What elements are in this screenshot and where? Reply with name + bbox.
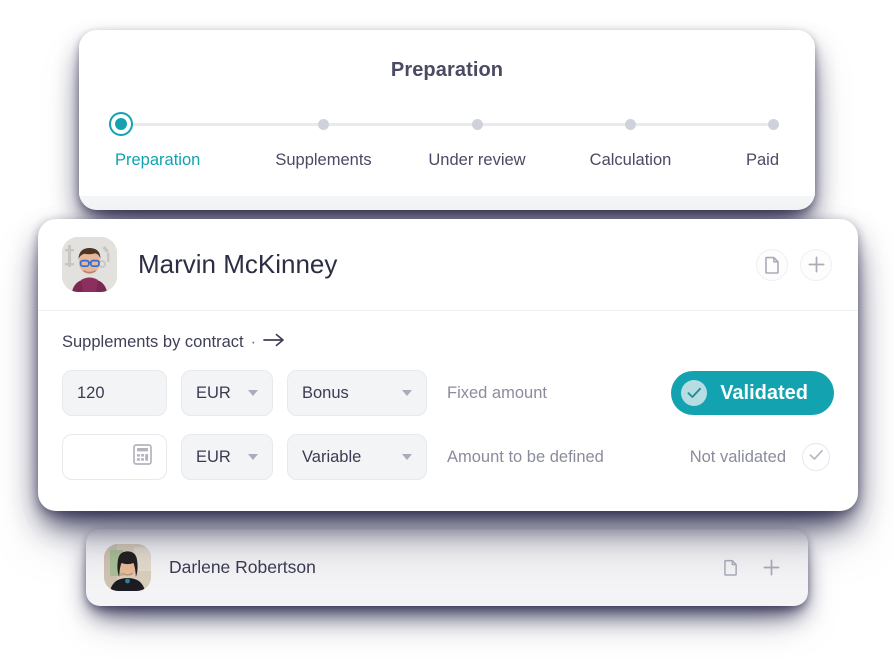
stepper-card-footer: [79, 196, 815, 210]
stepper-dot: [768, 118, 779, 130]
list-item-actions: [716, 553, 786, 583]
stepper-label-under-review: Under review: [428, 151, 526, 169]
calculator-icon[interactable]: [133, 444, 152, 470]
supplement-type-value: Bonus: [302, 383, 349, 402]
chevron-down-icon: [248, 390, 258, 396]
supplement-type-value: Variable: [302, 447, 362, 466]
person-name: Marvin McKinney: [138, 249, 338, 279]
add-button[interactable]: [800, 248, 832, 281]
stepper-dot-wrap: [318, 107, 329, 141]
supplement-row: EUR Variable Amount to be defined Not va…: [62, 434, 834, 480]
currency-select[interactable]: EUR: [181, 370, 273, 416]
row-description: Amount to be defined: [447, 447, 604, 466]
stepper-step-calculation[interactable]: Calculation: [566, 107, 696, 170]
detail-card-body: Supplements by contract · 120 EUR Bonus …: [38, 311, 858, 480]
page-title: Preparation: [390, 59, 504, 81]
stepper-label-supplements: Supplements: [275, 151, 372, 169]
stepper-dot-wrap: [471, 107, 483, 141]
stepper-label-paid: Paid: [745, 151, 779, 169]
currency-value: EUR: [196, 383, 231, 402]
stepper-dot-wrap: [115, 107, 127, 141]
currency-select[interactable]: EUR: [181, 434, 273, 480]
add-button[interactable]: [756, 553, 786, 583]
stepper-step-supplements[interactable]: Supplements: [259, 107, 389, 170]
document-button[interactable]: [756, 248, 788, 281]
amount-value: 120: [77, 383, 105, 402]
chevron-down-icon: [402, 390, 412, 396]
stepper-dot: [471, 118, 483, 130]
stepper-label-preparation: Preparation: [115, 151, 201, 169]
avatar: [62, 237, 117, 292]
currency-value: EUR: [196, 447, 231, 466]
person-name: Darlene Robertson: [169, 557, 316, 577]
amount-input[interactable]: [62, 434, 167, 480]
status-not-validated: Not validated: [690, 443, 834, 471]
chevron-down-icon: [402, 454, 412, 460]
header-actions: [756, 248, 832, 281]
stepper-card-body: Preparation Preparation Supplements Unde…: [79, 30, 815, 196]
progress-stepper: Preparation Supplements Under review Cal…: [115, 107, 779, 187]
stepper-card: Preparation Preparation Supplements Unde…: [79, 30, 815, 210]
plus-icon: [763, 559, 780, 576]
arrow-right-icon: [263, 333, 285, 352]
avatar: [104, 544, 151, 591]
stepper-dot-active: [115, 118, 127, 130]
employee-list-item-card[interactable]: Darlene Robertson: [86, 529, 808, 606]
supplement-type-select[interactable]: Bonus: [287, 370, 427, 416]
document-icon: [764, 256, 780, 274]
status-badge[interactable]: Validated: [671, 371, 834, 415]
row-description: Fixed amount: [447, 383, 547, 402]
employee-detail-card: Marvin McKinney Supplements by contract …: [38, 219, 858, 511]
validate-button[interactable]: [802, 443, 830, 471]
status-badge-label: Validated: [720, 381, 808, 404]
document-button[interactable]: [716, 553, 746, 583]
plus-icon: [808, 256, 825, 273]
stepper-step-under-review[interactable]: Under review: [412, 107, 542, 170]
stepper-dot-wrap: [768, 107, 779, 141]
section-separator: ·: [250, 333, 257, 351]
stepper-dot: [318, 118, 329, 130]
chevron-down-icon: [248, 454, 258, 460]
check-circle-icon: [681, 380, 708, 406]
stepper-step-preparation[interactable]: Preparation: [115, 107, 235, 170]
section-label: Supplements by contract: [62, 333, 244, 351]
supplement-row: 120 EUR Bonus Fixed amount Validated: [62, 370, 834, 416]
supplements-by-contract-link[interactable]: Supplements by contract ·: [62, 333, 285, 352]
stepper-dot: [625, 118, 636, 130]
amount-input[interactable]: 120: [62, 370, 167, 416]
detail-card-header: Marvin McKinney: [38, 219, 858, 311]
screenshot-root: Preparation Preparation Supplements Unde…: [0, 0, 894, 668]
supplement-type-select[interactable]: Variable: [287, 434, 427, 480]
status-label: Not validated: [689, 447, 786, 466]
stepper-step-paid[interactable]: Paid: [719, 107, 779, 170]
check-icon: [809, 448, 824, 466]
document-icon: [724, 559, 738, 576]
stepper-label-calculation: Calculation: [589, 151, 672, 169]
stepper-dot-wrap: [625, 107, 636, 141]
